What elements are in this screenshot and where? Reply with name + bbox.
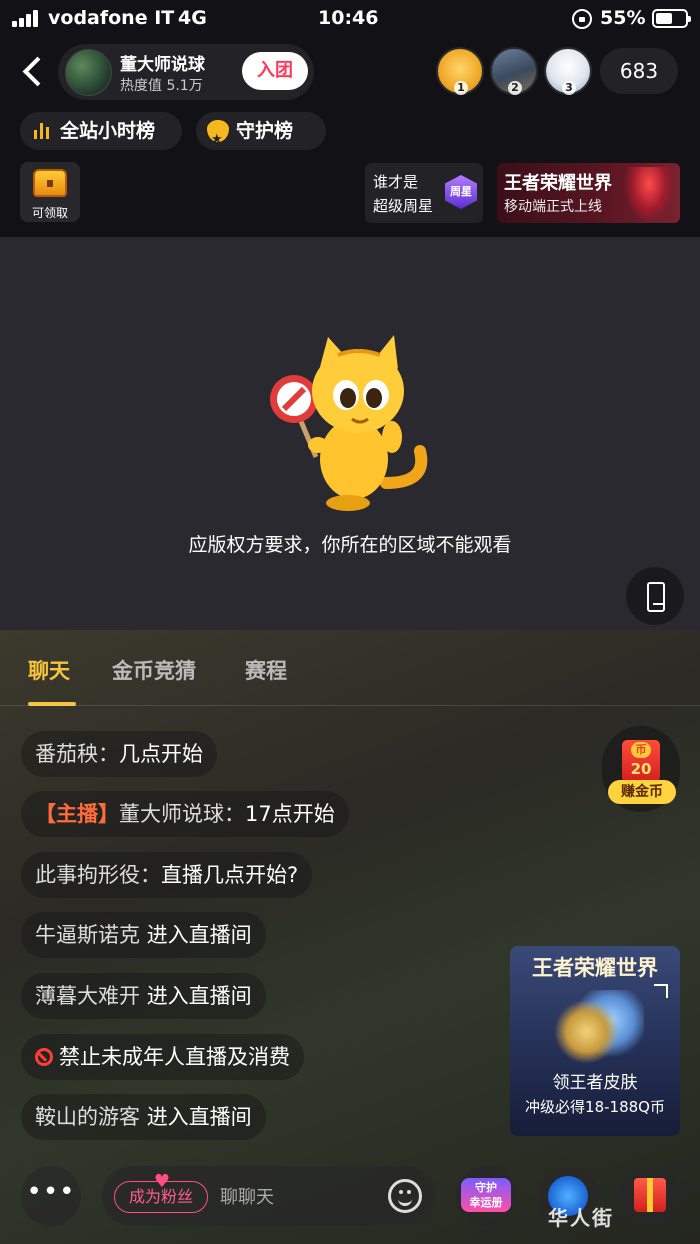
chat-message[interactable]: 鞍山的游客 进入直播间 (21, 1094, 266, 1140)
anchor-avatar[interactable] (65, 49, 112, 96)
notice-text: 禁止未成年人直播及消费 (59, 1045, 290, 1069)
guard-rank-button[interactable]: 守护榜 (196, 112, 326, 159)
region-restriction-message: 应版权方要求，你所在的区域不能观看 (188, 534, 512, 556)
host-tag: 【主播】 (35, 802, 119, 826)
chat-username: 鞍山的游客 (35, 1105, 140, 1129)
reward-bag-image (548, 990, 644, 1066)
become-fan-button[interactable]: ♥ 成为粉丝 (114, 1173, 208, 1213)
shield-star-icon (207, 120, 229, 159)
chat-text: 17点开始 (245, 802, 335, 826)
promo-line1: 领王者皮肤 (552, 1073, 638, 1093)
treasure-chest-button[interactable]: 可领取 (20, 162, 80, 222)
top-viewer-avatar-2[interactable]: 2 (490, 47, 538, 95)
treasure-chest-icon (33, 169, 67, 197)
anchor-heat: 热度值 5.1万 (120, 78, 203, 94)
tab-schedule[interactable]: 赛程 (245, 655, 287, 685)
tab-chat[interactable]: 聊天 (28, 655, 70, 685)
top-viewer-avatar-3[interactable]: 3 (544, 47, 592, 95)
more-options-button[interactable]: ••• (21, 1166, 81, 1226)
guard-lucky-label-1: 守护 (475, 1181, 497, 1194)
chat-message[interactable]: 薄暮大难开 进入直播间 (21, 973, 266, 1019)
viewer-count[interactable]: 683 (600, 48, 678, 94)
chat-message[interactable]: 此事拘形役：直播几点开始? (21, 852, 313, 898)
guard-lucky-label-2: 幸运册 (469, 1196, 503, 1209)
chat-message[interactable]: 牛逼斯诺克 进入直播间 (21, 912, 266, 958)
promo-title: 王者荣耀世界 (532, 956, 658, 980)
carrier-name: vodafone IT (48, 7, 175, 29)
video-player[interactable]: 应版权方要求，你所在的区域不能观看 (0, 237, 700, 630)
game-banner-title: 王者荣耀世界 (504, 173, 612, 194)
chat-input-placeholder[interactable]: 聊聊天 (220, 1183, 274, 1209)
red-envelope-icon: 20 (622, 740, 660, 782)
rank-number: 2 (508, 81, 522, 95)
tab-coin-guess[interactable]: 金币竞猜 (112, 655, 196, 685)
chat-username: 薄暮大难开 (35, 984, 140, 1008)
status-bar: vodafone IT 4G 10:46 55% (0, 0, 700, 38)
chart-bars-icon (34, 123, 50, 139)
earn-coins-button[interactable]: 20 赚金币 (602, 726, 680, 812)
chat-username: 牛逼斯诺克 (35, 923, 140, 947)
chest-label: 可领取 (31, 206, 68, 220)
rank-number: 1 (454, 81, 468, 95)
chat-message[interactable]: 【主播】董大师说球：17点开始 (21, 791, 349, 837)
promo-line2: 冲级必得18-188Q币 (525, 1098, 665, 1116)
guard-lucky-icon: 守护 幸运册 (461, 1178, 511, 1212)
chat-username: 董大师说球 (119, 802, 224, 826)
chat-message[interactable]: 番茄秧：几点开始 (21, 731, 217, 777)
earn-coins-label: 赚金币 (608, 780, 676, 804)
clock: 10:46 (318, 7, 379, 29)
emoji-icon[interactable] (388, 1179, 422, 1213)
anchor-name: 董大师说球 (120, 55, 205, 75)
join-fan-group-button[interactable]: 入团 (242, 52, 308, 90)
battery-icon (652, 9, 691, 28)
game-character-image (624, 167, 674, 223)
top-area: vodafone IT 4G 10:46 55% 董大师说球 热度值 5.1万 … (0, 0, 700, 237)
chat-text: 几点开始 (119, 742, 203, 766)
rank-number: 3 (562, 81, 576, 95)
rotation-lock-icon (572, 9, 592, 29)
expand-icon[interactable] (654, 984, 668, 998)
chat-separator: ： (98, 742, 119, 766)
weekly-star-badge-icon: 周星 (445, 175, 477, 209)
hourly-rank-button[interactable]: 全站小时榜 (20, 112, 182, 150)
anchor-card[interactable]: 董大师说球 热度值 5.1万 入团 (58, 44, 314, 100)
guard-rank-label: 守护榜 (236, 120, 294, 142)
battery-percentage: 55% (600, 7, 646, 29)
heart-icon: ♥ (153, 1171, 171, 1192)
rotate-screen-button[interactable] (626, 567, 684, 625)
guard-lucky-button[interactable]: 守护 幸运册 (456, 1166, 516, 1226)
prohibited-icon (35, 1048, 53, 1066)
top-viewer-avatar-1[interactable]: 1 (436, 47, 484, 95)
chat-input-bar[interactable]: ♥ 成为粉丝 聊聊天 (102, 1166, 436, 1226)
hourly-rank-label: 全站小时榜 (60, 120, 156, 142)
chat-separator: ： (224, 802, 245, 826)
network-type: 4G (178, 7, 207, 29)
game-ad-banner[interactable]: 王者荣耀世界 移动端正式上线 (497, 163, 680, 223)
mascot-stop-sign-image (270, 335, 428, 511)
system-notice: 禁止未成年人直播及消费 (21, 1034, 304, 1080)
chat-username: 番茄秧 (35, 742, 98, 766)
watermark: 华人街 (548, 1206, 614, 1230)
chat-text: 进入直播间 (146, 984, 252, 1008)
game-promo-card[interactable]: 王者荣耀世界 领王者皮肤 冲级必得18-188Q币 (510, 946, 680, 1136)
chat-separator: ： (140, 863, 161, 887)
chat-text: 直播几点开始? (161, 863, 299, 887)
game-banner-subtitle: 移动端正式上线 (504, 199, 602, 215)
weekly-star-banner[interactable]: 谁才是 超级周星 周星 (365, 163, 483, 223)
chat-panel: 聊天 金币竞猜 赛程 番茄秧：几点开始 【主播】董大师说球：17点开始 此事拘形… (0, 630, 700, 1244)
back-button[interactable] (14, 50, 50, 92)
chat-text: 进入直播间 (146, 923, 252, 947)
signal-icon (12, 9, 42, 27)
star-banner-line1: 谁才是 (373, 173, 419, 191)
chat-username: 此事拘形役 (35, 863, 140, 887)
tab-divider (0, 705, 700, 706)
star-banner-line2: 超级周星 (373, 197, 434, 215)
chat-text: 进入直播间 (146, 1105, 252, 1129)
